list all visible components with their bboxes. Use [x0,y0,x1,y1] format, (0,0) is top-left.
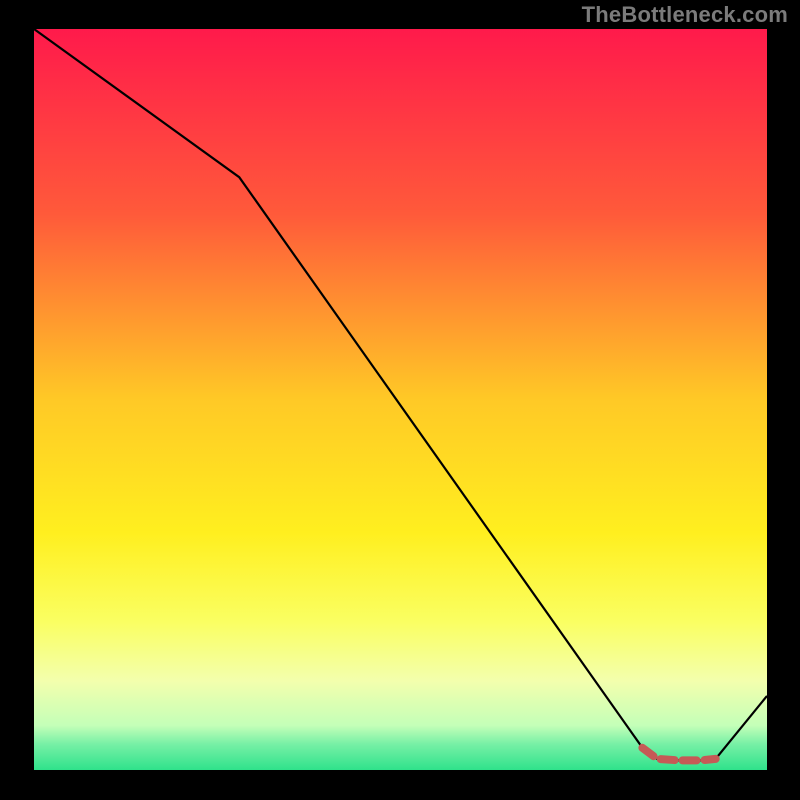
chart-canvas: TheBottleneck.com [0,0,800,800]
chart-svg [0,0,800,800]
plot-background [34,29,767,770]
watermark-text: TheBottleneck.com [582,2,788,28]
